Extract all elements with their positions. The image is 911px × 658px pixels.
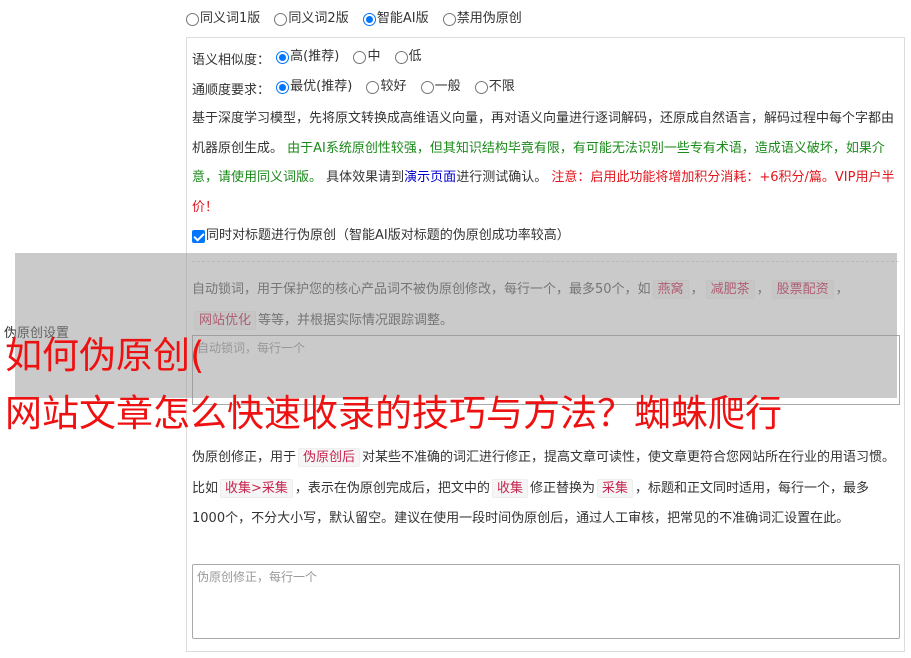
version-selector: 同义词1版 同义词2版 智能AI版 禁用伪原创 <box>186 11 532 31</box>
fluency-good[interactable]: 较好 <box>366 78 406 96</box>
ai-description: 基于深度学习模型，先将原文转换成高维语义向量，再对语义向量进行逐词解码，还原成自… <box>192 111 895 215</box>
radio-icon[interactable] <box>353 50 367 64</box>
fluency-label: 通顺度要求： <box>192 82 271 98</box>
correction-textarea[interactable]: 伪原创修正，每行一个 <box>192 564 900 639</box>
radio-icon[interactable] <box>366 80 380 94</box>
similarity-high[interactable]: 高(推荐) <box>276 48 339 66</box>
fluency-row: 通顺度要求： 最优(推荐) 较好 一般 不限 <box>192 78 525 100</box>
example-tag: 收集 <box>491 478 528 498</box>
example-tag: 采集 <box>596 478 633 498</box>
correction-description: 伪原创修正，用于 伪原创后 对某些不准确的词汇进行修正，提高文章可读性，使文章更符合… <box>192 448 896 526</box>
radio-icon[interactable] <box>394 50 408 64</box>
radio-icon[interactable] <box>186 12 199 26</box>
example-tag: 伪原创后 <box>298 448 361 467</box>
similarity-label: 语义相似度： <box>192 52 271 68</box>
overlay-title-line2: 网站文章怎么快速收录的技巧与方法？蜘蛛爬行 <box>5 392 782 435</box>
radio-icon[interactable] <box>274 12 288 26</box>
version-option-ai[interactable]: 智能AI版 <box>362 11 429 27</box>
checkbox-checked-icon[interactable] <box>192 229 205 243</box>
radio-icon[interactable] <box>442 12 456 26</box>
title-rewrite-checkbox[interactable]: 同时对标题进行伪原创（智能AI版对标题的伪原创成功率较高） <box>192 228 570 244</box>
demo-page-link[interactable]: 演示页面 <box>404 170 456 185</box>
similarity-medium[interactable]: 中 <box>353 48 380 66</box>
overlay-title-line1: 如何伪原创( <box>5 334 205 377</box>
fluency-normal[interactable]: 一般 <box>420 78 461 96</box>
radio-icon[interactable] <box>420 80 434 94</box>
version-option-synonym1[interactable]: 同义词1版 <box>186 11 260 27</box>
similarity-row: 语义相似度： 高(推荐) 中 低 <box>192 48 432 70</box>
example-tag: 收集>采集 <box>220 478 293 498</box>
radio-selected-icon[interactable] <box>362 12 376 26</box>
fluency-any[interactable]: 不限 <box>474 78 515 96</box>
version-option-synonym2[interactable]: 同义词2版 <box>274 11 349 27</box>
radio-selected-icon[interactable] <box>276 50 290 64</box>
radio-selected-icon[interactable] <box>276 80 290 94</box>
version-option-disable[interactable]: 禁用伪原创 <box>442 11 522 27</box>
similarity-low[interactable]: 低 <box>394 48 422 66</box>
fluency-best[interactable]: 最优(推荐) <box>276 78 352 96</box>
radio-icon[interactable] <box>474 80 488 94</box>
